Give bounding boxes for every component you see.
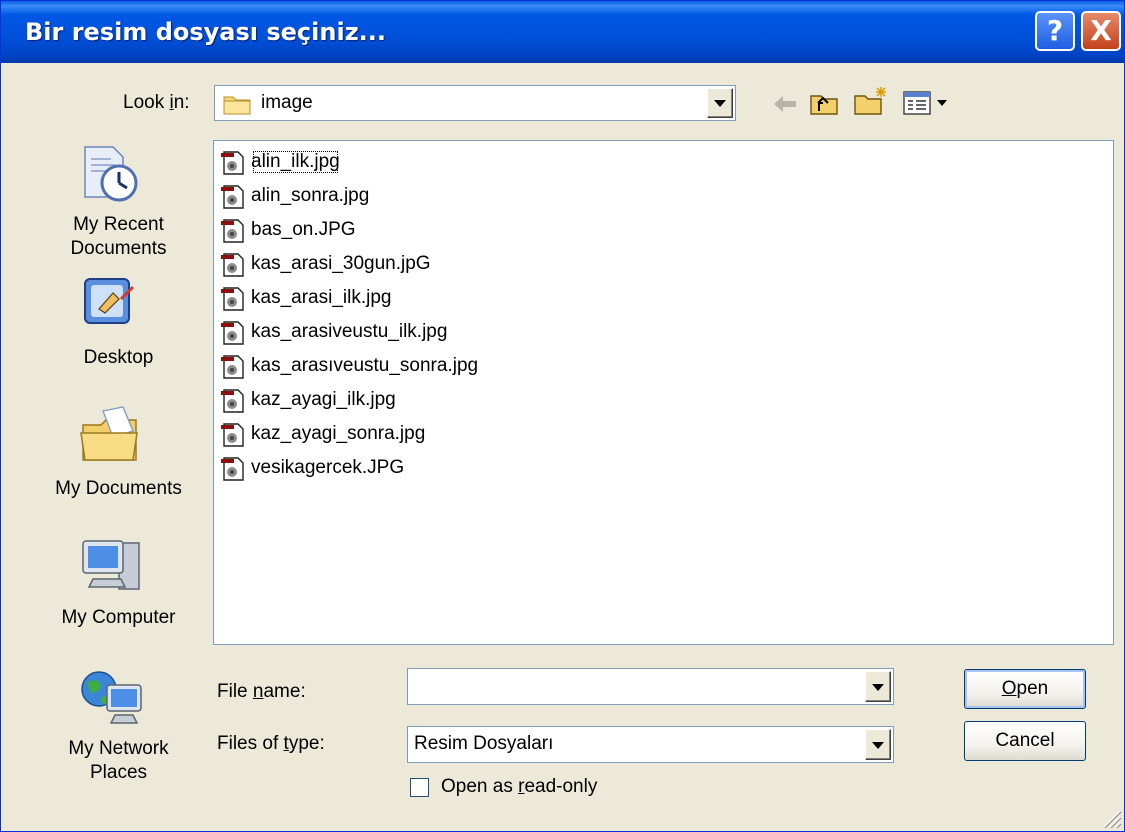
file-type-value: Resim Dosyaları <box>414 733 554 754</box>
resize-grip-icon[interactable] <box>1100 807 1122 829</box>
file-name: kas_arasiveustu_ilk.jpg <box>251 321 448 342</box>
file-type-combo[interactable]: Resim Dosyaları <box>407 726 894 763</box>
my-documents-icon[interactable] <box>79 403 143 467</box>
network-places-icon[interactable] <box>79 665 145 731</box>
look-in-value: image <box>261 92 313 113</box>
recent-documents-icon[interactable] <box>79 143 143 205</box>
open-button[interactable]: Open <box>964 669 1086 709</box>
file-name-combo[interactable] <box>407 668 894 705</box>
jpg-file-icon <box>221 423 244 447</box>
file-name-label: File name: <box>217 681 306 702</box>
jpg-file-icon <box>221 389 244 413</box>
new-folder-icon[interactable] <box>853 85 889 117</box>
file-name: alin_sonra.jpg <box>251 185 370 206</box>
place-label-desktop[interactable]: Desktop <box>31 346 206 370</box>
desktop-icon[interactable] <box>79 273 143 337</box>
files-of-type-label: Files of type: <box>217 733 325 754</box>
read-only-checkbox[interactable] <box>410 778 429 797</box>
read-only-label[interactable]: Open as read-only <box>441 776 597 798</box>
chevron-down-icon <box>872 683 884 691</box>
look-in-dropdown-button[interactable] <box>707 88 733 118</box>
look-in-label: Look in: <box>123 92 190 113</box>
place-label-my-computer[interactable]: My Computer <box>31 606 206 630</box>
up-folder-icon[interactable] <box>809 89 839 117</box>
place-label-recent[interactable]: My Recent Documents <box>31 213 206 261</box>
window-title: Bir resim dosyası seçiniz... <box>25 18 387 46</box>
jpg-file-icon <box>221 457 244 481</box>
jpg-file-icon <box>221 151 244 175</box>
jpg-file-icon <box>221 355 244 379</box>
file-name: kas_arasi_ilk.jpg <box>251 287 392 308</box>
folder-icon <box>223 96 251 115</box>
file-type-dropdown-button[interactable] <box>865 729 891 760</box>
file-list[interactable]: alin_ilk.jpg alin_sonra.jpg bas_on.JPG k… <box>213 140 1114 645</box>
jpg-file-icon <box>221 185 244 209</box>
title-bar[interactable]: Bir resim dosyası seçiniz... ? X <box>1 1 1124 63</box>
cancel-button[interactable]: Cancel <box>964 721 1086 761</box>
file-name: alin_ilk.jpg <box>249 147 342 177</box>
jpg-file-icon <box>221 321 244 345</box>
file-name: bas_on.JPG <box>251 219 356 240</box>
my-computer-icon[interactable] <box>79 533 145 597</box>
help-button[interactable]: ? <box>1035 11 1075 51</box>
place-label-network[interactable]: My Network Places <box>31 737 206 785</box>
jpg-file-icon <box>221 219 244 243</box>
file-name: kaz_ayagi_ilk.jpg <box>251 389 396 410</box>
jpg-file-icon <box>221 253 244 277</box>
chevron-down-icon <box>714 100 726 107</box>
file-name: vesikagercek.JPG <box>251 457 405 478</box>
close-button[interactable]: X <box>1081 11 1121 51</box>
file-name-dropdown-button[interactable] <box>865 671 891 702</box>
jpg-file-icon <box>221 287 244 311</box>
file-name: kaz_ayagi_sonra.jpg <box>251 423 426 444</box>
file-name: kas_arasi_30gun.jpG <box>251 253 431 274</box>
file-open-dialog: Bir resim dosyası seçiniz... ? X Look in… <box>0 0 1125 832</box>
back-icon[interactable] <box>771 93 799 115</box>
chevron-down-icon <box>872 741 884 749</box>
look-in-combo[interactable]: image <box>214 85 736 121</box>
place-label-my-documents[interactable]: My Documents <box>31 477 206 501</box>
view-menu-icon[interactable] <box>903 90 957 116</box>
file-name: kas_arasıveustu_sonra.jpg <box>251 355 479 376</box>
